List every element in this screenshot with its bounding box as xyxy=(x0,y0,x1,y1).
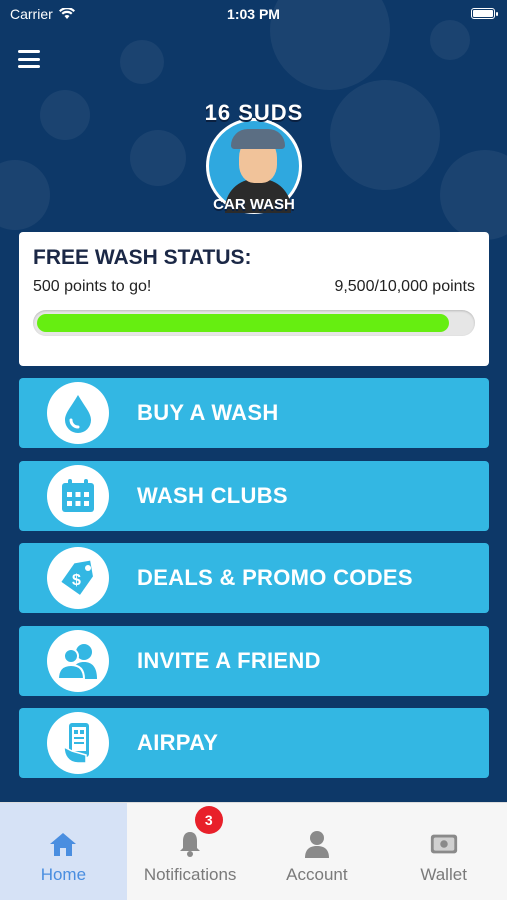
points-remaining: 500 points to go! xyxy=(33,278,152,295)
bell-icon xyxy=(175,829,205,859)
battery-icon xyxy=(471,8,498,19)
brand-logo: 16 SUDS CAR WASH xyxy=(190,100,318,220)
action-list: BUY A WASH WASH CLUBS $ DEALS & PROMO CO… xyxy=(19,378,489,791)
tab-account-label: Account xyxy=(286,865,348,884)
tab-notifications[interactable]: 3 Notifications xyxy=(127,803,254,900)
points-progress-bar xyxy=(33,310,475,336)
svg-text:$: $ xyxy=(72,572,81,589)
progress-fill xyxy=(37,314,450,332)
bottom-tab-bar: Home 3 Notifications Account Wallet xyxy=(0,802,507,900)
logo-title: 16 SUDS xyxy=(204,100,304,125)
users-icon xyxy=(47,629,109,692)
free-wash-status-card: FREE WASH STATUS: 500 points to go! 9,50… xyxy=(19,232,489,366)
tab-notifications-label: Notifications xyxy=(143,865,237,884)
home-icon xyxy=(48,829,78,859)
tab-home[interactable]: Home xyxy=(0,803,127,900)
notification-badge: 3 xyxy=(194,806,223,834)
buy-a-wash-label: BUY A WASH xyxy=(137,400,279,425)
person-icon xyxy=(302,829,332,859)
hamburger-menu-icon[interactable] xyxy=(18,50,40,68)
points-total: 9,500/10,000 points xyxy=(334,278,475,295)
airpay-label: AIRPAY xyxy=(137,730,219,755)
invite-a-friend-button[interactable]: INVITE A FRIEND xyxy=(19,625,489,696)
tab-account[interactable]: Account xyxy=(254,803,381,900)
invite-a-friend-label: INVITE A FRIEND xyxy=(137,647,321,673)
clock: 1:03 PM xyxy=(227,6,280,22)
wash-clubs-button[interactable]: WASH CLUBS xyxy=(19,460,489,531)
deals-promo-codes-button[interactable]: $ DEALS & PROMO CODES xyxy=(19,543,489,613)
airpay-button[interactable]: AIRPAY xyxy=(19,708,489,778)
price-tag-icon: $ xyxy=(47,547,109,609)
tab-wallet-label: Wallet xyxy=(420,865,467,884)
status-bar: Carrier 1:03 PM xyxy=(0,0,507,28)
water-drop-icon xyxy=(47,382,109,444)
calendar-icon xyxy=(47,464,109,527)
buy-a-wash-button[interactable]: BUY A WASH xyxy=(19,378,489,448)
phone-pay-icon xyxy=(47,712,109,774)
deals-promo-codes-label: DEALS & PROMO CODES xyxy=(137,565,413,590)
tab-home-label: Home xyxy=(40,865,87,884)
status-title: FREE WASH STATUS: xyxy=(33,246,252,269)
tab-wallet[interactable]: Wallet xyxy=(380,803,507,900)
logo-subtitle: CAR WASH xyxy=(213,196,295,213)
wash-clubs-label: WASH CLUBS xyxy=(137,482,288,508)
wallet-icon xyxy=(429,829,459,859)
